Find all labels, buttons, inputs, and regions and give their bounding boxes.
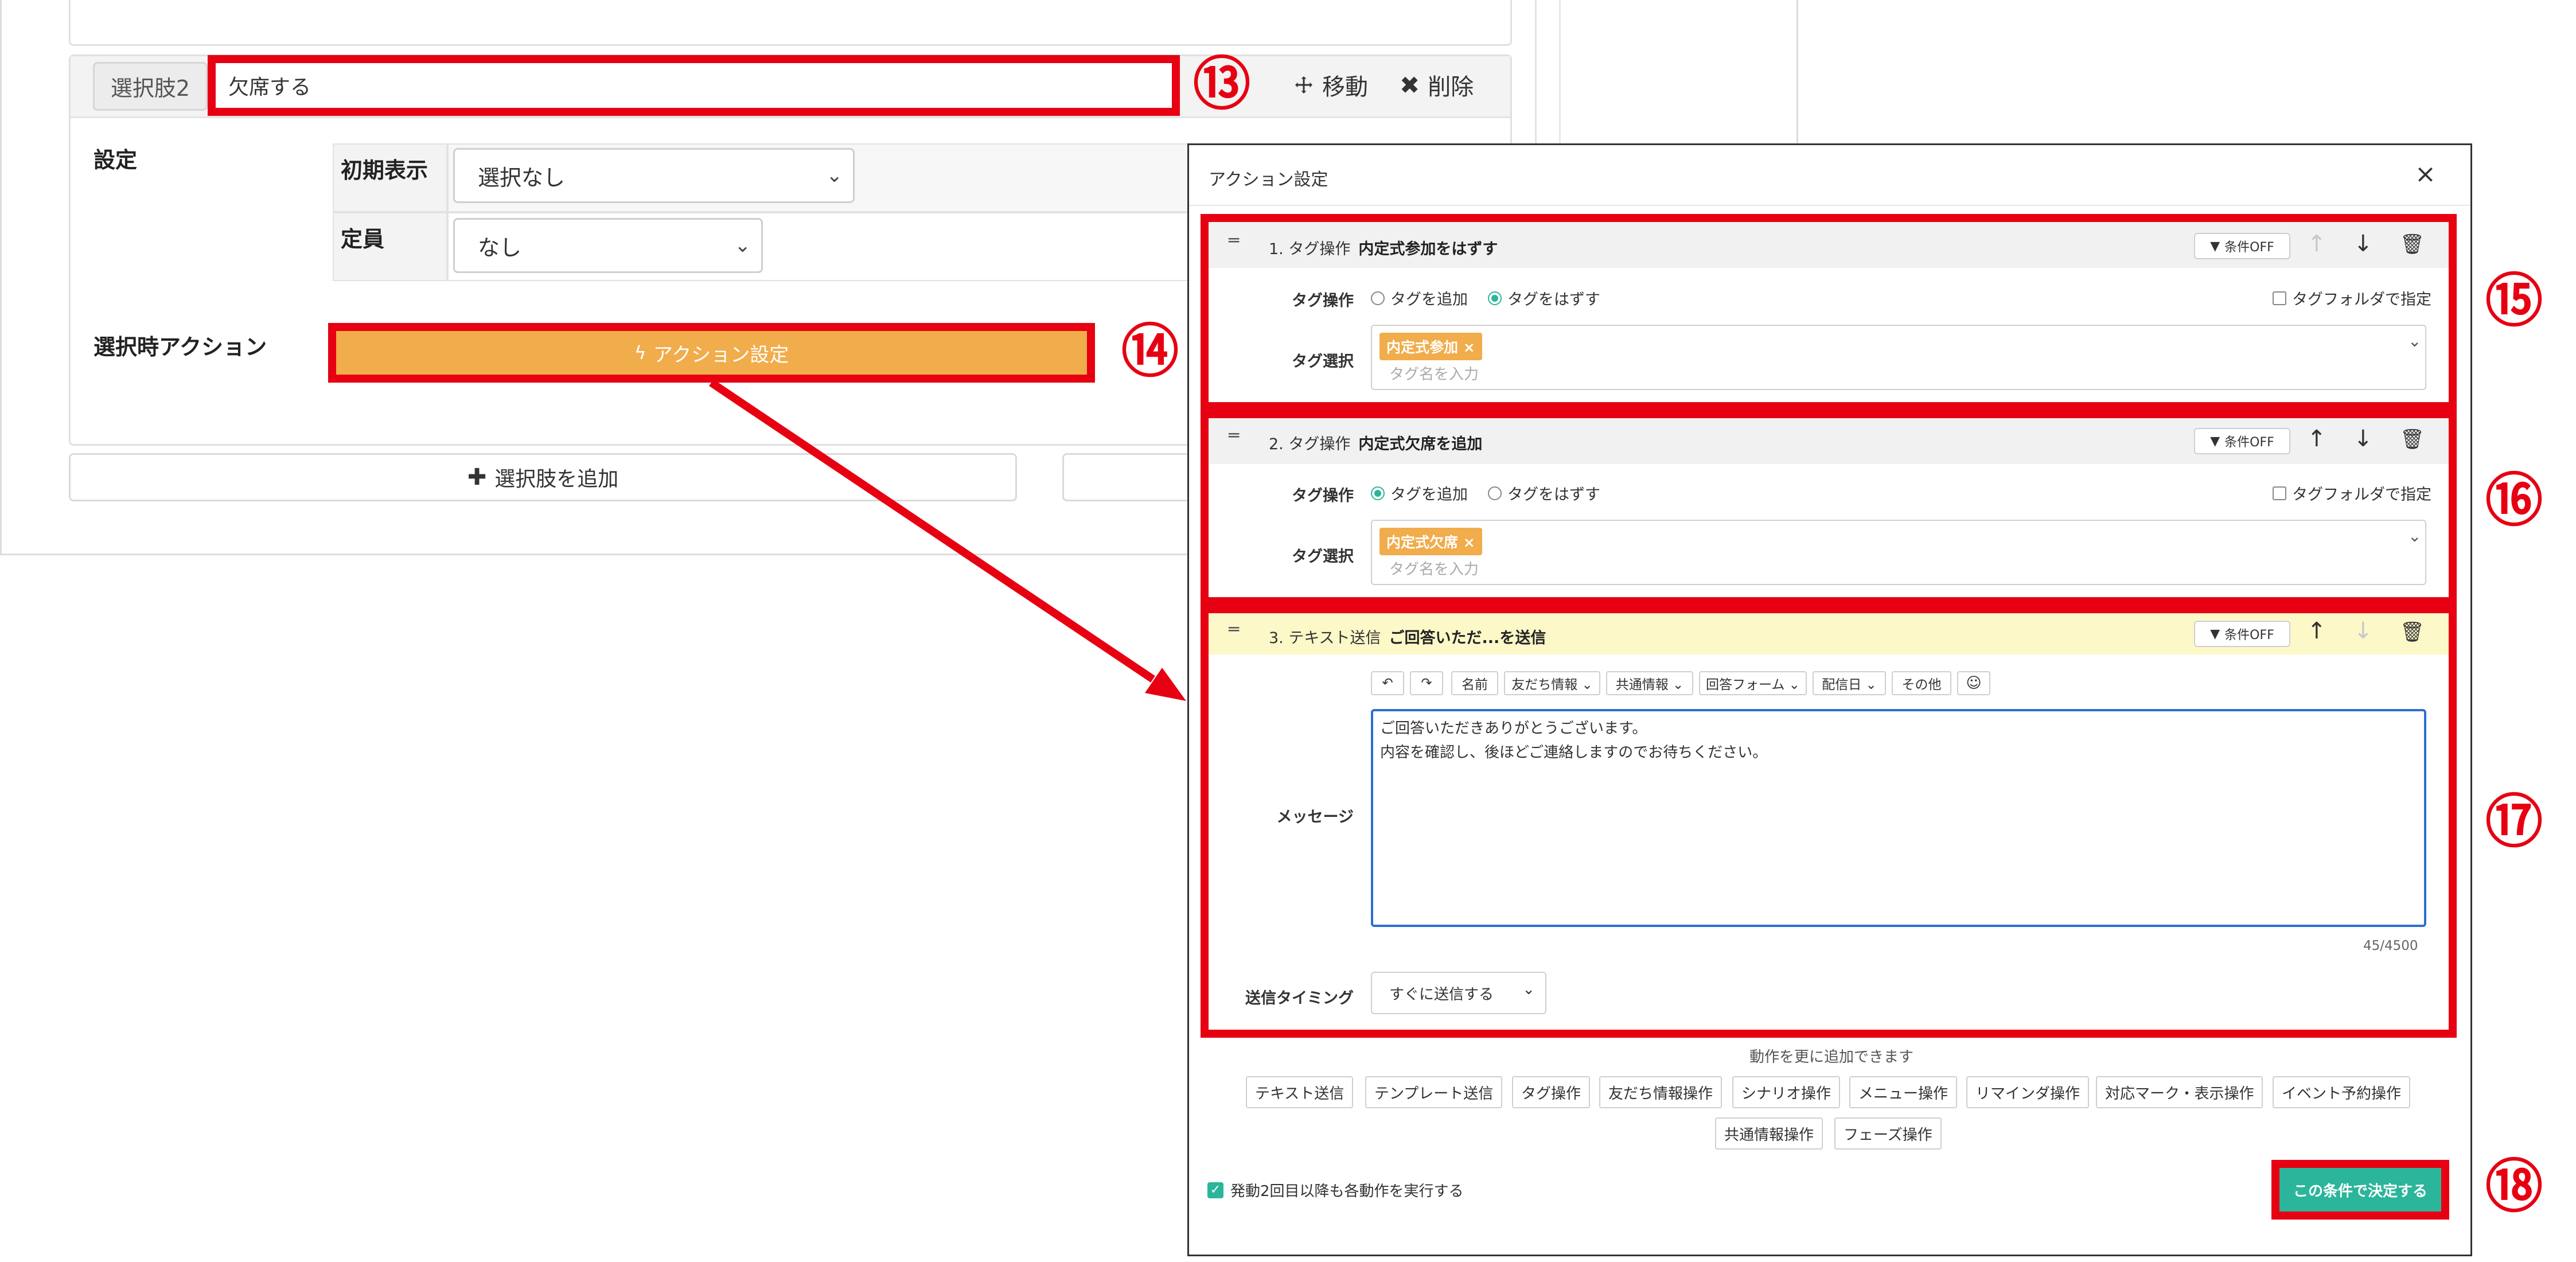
pointer-arrow [709,379,1186,701]
